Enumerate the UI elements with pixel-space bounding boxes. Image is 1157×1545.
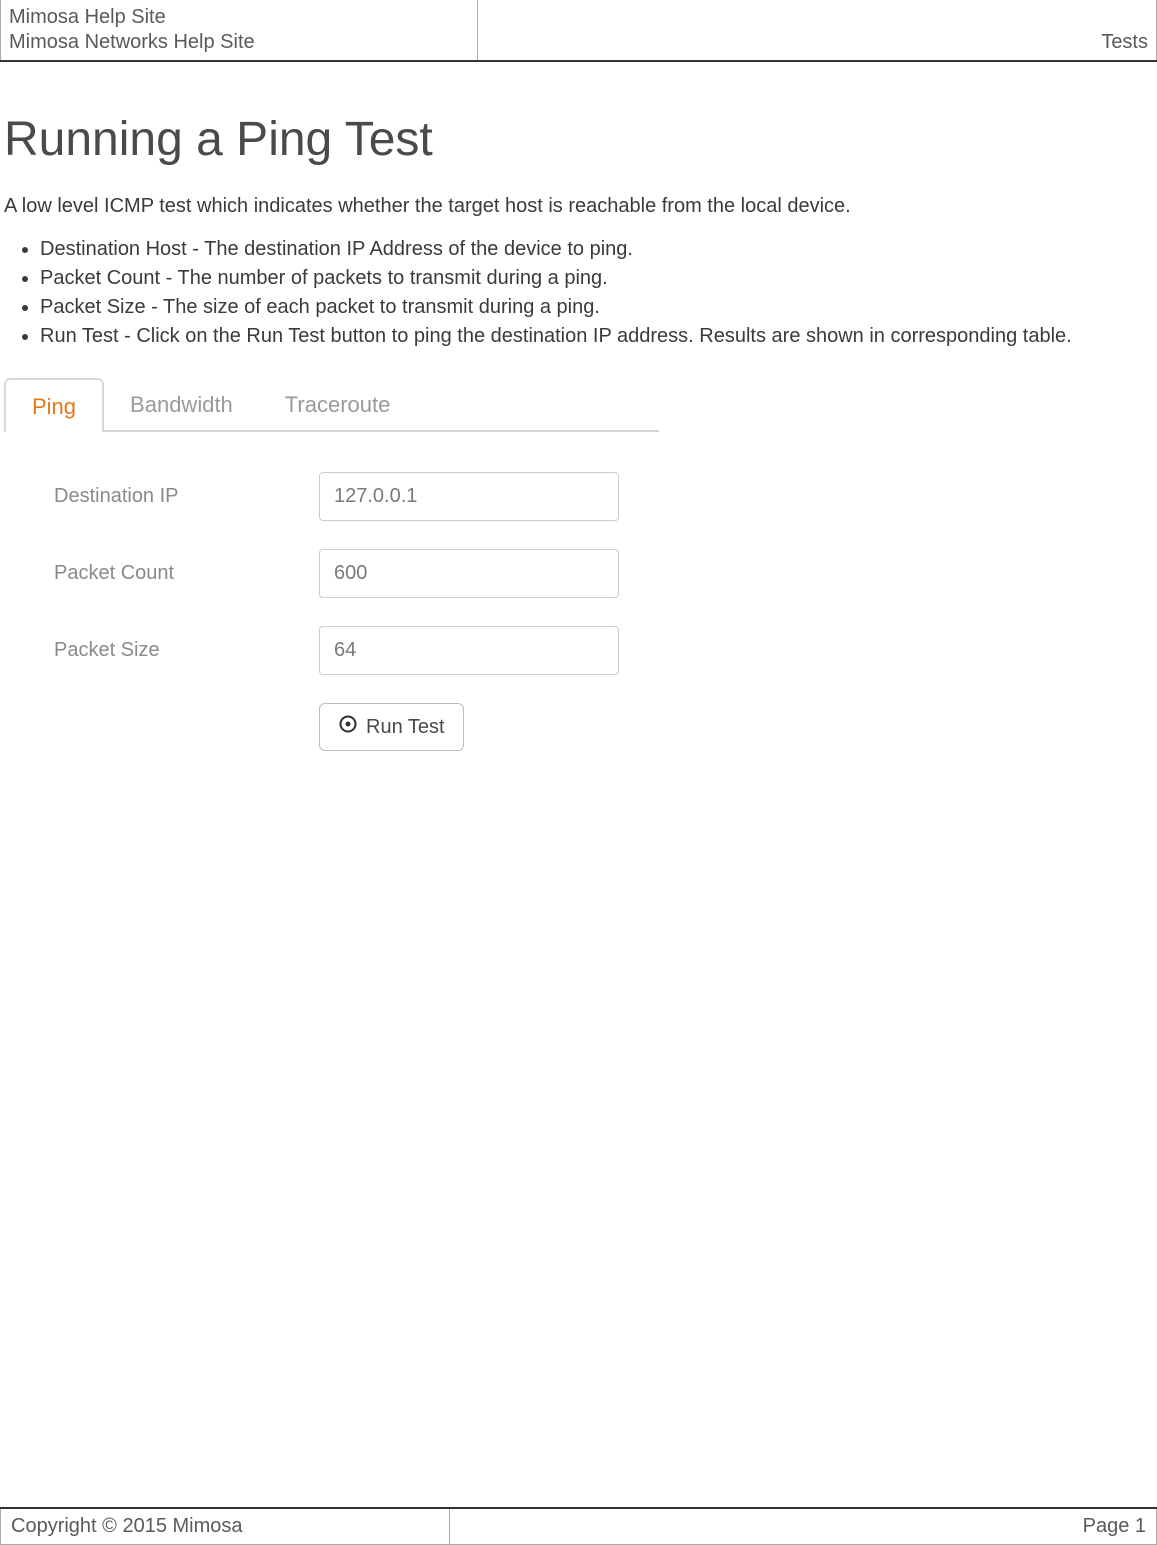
tab-traceroute[interactable]: Traceroute <box>259 378 417 430</box>
form-row-packet-size: Packet Size <box>54 626 649 675</box>
page-header: Mimosa Help Site Mimosa Networks Help Si… <box>0 0 1157 62</box>
list-item: Packet Size - The size of each packet to… <box>40 294 1153 321</box>
header-left: Mimosa Help Site Mimosa Networks Help Si… <box>0 0 478 60</box>
list-item: Run Test - Click on the Run Test button … <box>40 323 1153 350</box>
ping-form: Destination IP Packet Count Packet Size … <box>4 432 659 761</box>
form-row-destination-ip: Destination IP <box>54 472 649 521</box>
packet-size-label: Packet Size <box>54 639 319 662</box>
run-test-button-label: Run Test <box>366 716 445 739</box>
packet-size-input[interactable] <box>319 626 619 675</box>
content: Running a Ping Test A low level ICMP tes… <box>0 62 1157 761</box>
run-test-button[interactable]: Run Test <box>319 703 464 751</box>
header-right: Tests <box>478 0 1157 60</box>
page-title: Running a Ping Test <box>4 112 1153 167</box>
packet-count-label: Packet Count <box>54 562 319 585</box>
description-list: Destination Host - The destination IP Ad… <box>4 236 1153 350</box>
destination-ip-label: Destination IP <box>54 485 319 508</box>
tab-bandwidth[interactable]: Bandwidth <box>104 378 259 430</box>
packet-count-input[interactable] <box>319 549 619 598</box>
page-footer: Copyright © 2015 Mimosa Page 1 <box>0 1507 1157 1545</box>
page-number: Page 1 <box>450 1509 1157 1545</box>
copyright-text: Copyright © 2015 Mimosa <box>0 1509 450 1545</box>
intro-text: A low level ICMP test which indicates wh… <box>4 195 1153 218</box>
tab-ping[interactable]: Ping <box>4 378 104 432</box>
site-title-line1: Mimosa Help Site <box>9 5 469 30</box>
ui-screenshot: Ping Bandwidth Traceroute Destination IP… <box>4 378 659 761</box>
target-icon <box>338 714 358 740</box>
destination-ip-input[interactable] <box>319 472 619 521</box>
tabs: Ping Bandwidth Traceroute <box>4 378 659 432</box>
button-row: Run Test <box>54 703 649 751</box>
form-row-packet-count: Packet Count <box>54 549 649 598</box>
list-item: Destination Host - The destination IP Ad… <box>40 236 1153 263</box>
breadcrumb: Tests <box>1101 30 1148 55</box>
site-title-line2: Mimosa Networks Help Site <box>9 30 469 55</box>
list-item: Packet Count - The number of packets to … <box>40 265 1153 292</box>
